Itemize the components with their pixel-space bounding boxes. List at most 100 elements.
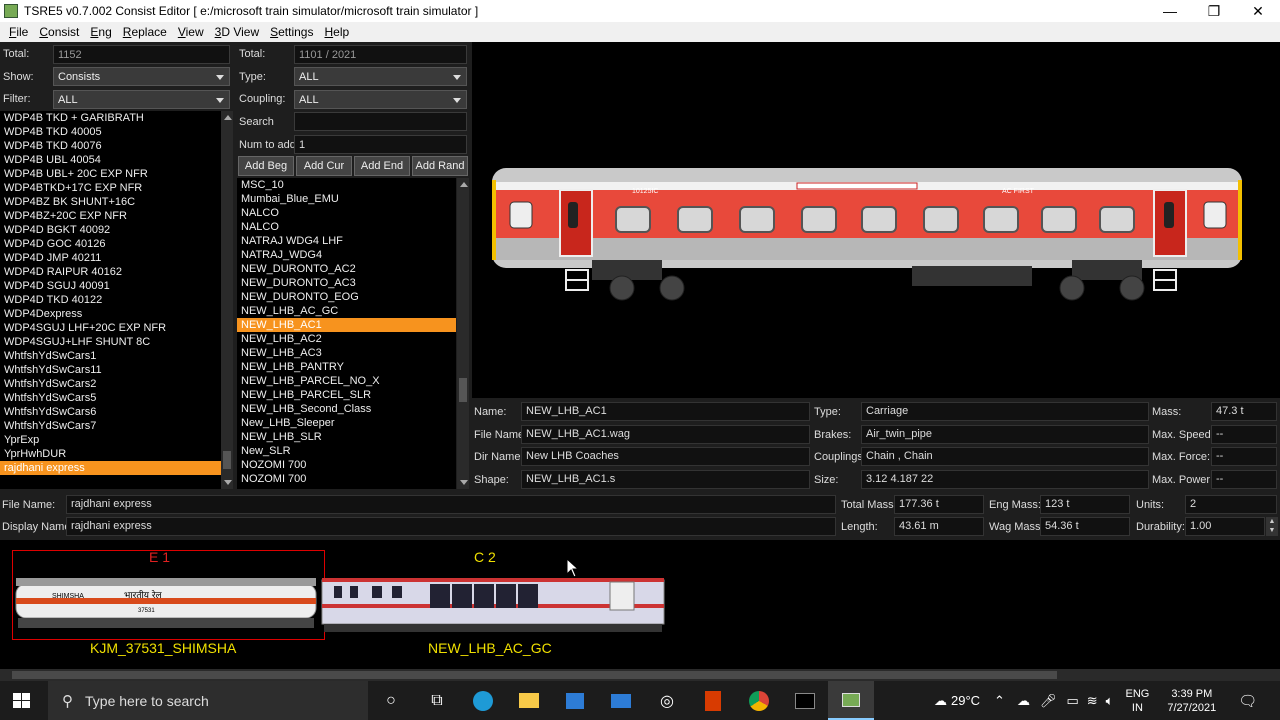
consist-list-item[interactable]: rajdhani express (0, 461, 221, 475)
menu-help[interactable]: Help (324, 25, 349, 39)
menu-settings[interactable]: Settings (270, 25, 313, 39)
consist-list-item[interactable]: WDP4B UBL 40054 (0, 153, 221, 167)
object-list-item[interactable]: New_LHB_Sleeper (237, 416, 456, 430)
language-indicator[interactable]: ENG IN (1125, 687, 1149, 715)
battery-icon[interactable]: ▭ (1066, 693, 1078, 709)
consist-list-item[interactable]: WDP4BZ BK SHUNT+16C (0, 195, 221, 209)
chevron-up-icon[interactable]: ⌃ (994, 693, 1005, 709)
consist-list-item[interactable]: WhtfshYdSwCars7 (0, 419, 221, 433)
consist-scrollbar[interactable] (0, 669, 1280, 681)
chrome-icon[interactable] (736, 681, 782, 720)
consist-list-item[interactable]: WDP4D JMP 40211 (0, 251, 221, 265)
object-list-item[interactable]: NEW_LHB_SLR (237, 430, 456, 444)
consist-viewer[interactable]: E 1 C 2 SHIMSHA भारतीय रेल 37531 KJM_375… (0, 540, 1280, 670)
3d-preview[interactable]: 10125IC AC FIRST (472, 42, 1280, 398)
consist-list-item[interactable]: WDP4D SGUJ 40091 (0, 279, 221, 293)
consist-list-item[interactable]: WDP4D BGKT 40092 (0, 223, 221, 237)
object-list-item[interactable]: NATRAJ WDG4 LHF (237, 234, 456, 248)
scroll-thumb[interactable] (459, 378, 467, 402)
object-list-item[interactable]: NEW_DURONTO_AC2 (237, 262, 456, 276)
consist-list-item[interactable]: WDP4B TKD 40076 (0, 139, 221, 153)
consist-file-input[interactable]: rajdhani express (66, 495, 836, 514)
mail-icon[interactable] (598, 681, 644, 720)
object-list-item[interactable]: NEW_LHB_PANTRY (237, 360, 456, 374)
search-input[interactable] (294, 112, 467, 131)
add-cur-button[interactable]: Add Cur (296, 156, 352, 176)
microphone-icon[interactable]: 🎤︎ (1040, 693, 1057, 709)
consist-list-item[interactable]: WDP4Dexpress (0, 307, 221, 321)
menu-view[interactable]: View (178, 25, 204, 39)
scroll-thumb[interactable] (223, 451, 231, 469)
coupling-select[interactable]: ALL (294, 90, 467, 109)
consist-list-item[interactable]: WDP4SGUJ+LHF SHUNT 8C (0, 335, 221, 349)
object-list-item[interactable]: MSC_10 (237, 178, 456, 192)
consist-list-item[interactable]: WDP4B TKD + GARIBRATH (0, 111, 221, 125)
menu-consist[interactable]: Consist (39, 25, 79, 39)
maximize-button[interactable]: ❐ (1192, 3, 1236, 20)
object-list-item[interactable]: NEW_LHB_Second_Class (237, 402, 456, 416)
scroll-up-icon[interactable] (460, 182, 468, 187)
object-list-item[interactable]: NATRAJ_WDG4 (237, 248, 456, 262)
consist-list-item[interactable]: WDP4D TKD 40122 (0, 293, 221, 307)
scroll-up-icon[interactable] (224, 115, 232, 120)
scroll-down-icon[interactable] (460, 480, 468, 485)
store-icon[interactable] (552, 681, 598, 720)
object-list-item[interactable]: NEW_LHB_AC_GC (237, 304, 456, 318)
consist-list-item[interactable]: WhtfshYdSwCars1 (0, 349, 221, 363)
object-list-item[interactable]: NOZOMI 700 (237, 458, 456, 472)
durability-input[interactable]: 1.00 (1185, 517, 1265, 536)
windows-start-icon[interactable] (13, 693, 31, 709)
menu-eng[interactable]: Eng (90, 25, 111, 39)
office-icon[interactable] (690, 681, 736, 720)
close-button[interactable]: ✕ (1236, 3, 1280, 20)
cortana-icon[interactable]: ○ (368, 681, 414, 720)
consist-list-item[interactable]: WhtfshYdSwCars6 (0, 405, 221, 419)
camera-app-icon[interactable]: ◎ (644, 681, 690, 720)
consist-list-item[interactable]: WDP4SGUJ LHF+20C EXP NFR (0, 321, 221, 335)
consist-list-item[interactable]: WhtfshYdSwCars5 (0, 391, 221, 405)
scroll-down-icon[interactable] (224, 480, 232, 485)
tsre-app-icon[interactable] (828, 681, 874, 720)
task-view-icon[interactable]: ⧉ (414, 681, 460, 720)
menu-replace[interactable]: Replace (123, 25, 167, 39)
consist-list-item[interactable]: WDP4D RAIPUR 40162 (0, 265, 221, 279)
object-list-item[interactable]: NEW_DURONTO_EOG (237, 290, 456, 304)
object-list[interactable]: MSC_10 Mumbai_Blue_EMU NALCO NALCO NATRAJ WD… (237, 178, 456, 489)
taskbar-search-box[interactable]: ⚲ Type here to search (48, 681, 368, 720)
consist-list-item[interactable]: YprHwhDUR (0, 447, 221, 461)
file-explorer-icon[interactable] (506, 681, 552, 720)
weather-icon[interactable]: ☁ (934, 693, 947, 709)
num-to-add-input[interactable]: 1 (294, 135, 467, 154)
add-beg-button[interactable]: Add Beg (238, 156, 294, 176)
object-list-item[interactable]: New_SLR (237, 444, 456, 458)
scroll-thumb[interactable] (12, 671, 1057, 679)
consist-list-scrollbar[interactable] (221, 111, 233, 489)
consist-list[interactable]: WDP4B TKD + GARIBRATH WDP4B TKD 40005 WDP4… (0, 111, 221, 489)
object-list-item[interactable]: NEW_LHB_AC1 (237, 318, 456, 332)
consist-list-item[interactable]: WhtfshYdSwCars2 (0, 377, 221, 391)
menu-3d-view[interactable]: 3D View (215, 25, 259, 39)
object-list-item[interactable]: NOZOMI 700 (237, 472, 456, 486)
consist-list-item[interactable]: WDP4BZ+20C EXP NFR (0, 209, 221, 223)
type-select[interactable]: ALL (294, 67, 467, 86)
consist-list-item[interactable]: WDP4D GOC 40126 (0, 237, 221, 251)
object-list-item[interactable]: Mumbai_Blue_EMU (237, 192, 456, 206)
object-list-item[interactable]: NALCO (237, 220, 456, 234)
object-list-item[interactable]: NALCO (237, 206, 456, 220)
minimize-button[interactable]: — (1148, 3, 1192, 20)
volume-icon[interactable]: 🔈︎ (1106, 693, 1114, 709)
consist-list-item[interactable]: WDP4B TKD 40005 (0, 125, 221, 139)
show-select[interactable]: Consists (53, 67, 230, 86)
weather-temp[interactable]: 29°C (951, 693, 980, 708)
wifi-icon[interactable]: ≋ (1087, 693, 1098, 709)
object-list-item[interactable]: NEW_LHB_PARCEL_SLR (237, 388, 456, 402)
add-end-button[interactable]: Add End (354, 156, 410, 176)
onedrive-icon[interactable]: ☁ (1017, 693, 1030, 709)
object-list-item[interactable]: NEW_LHB_AC3 (237, 346, 456, 360)
consist-display-input[interactable]: rajdhani express (66, 517, 836, 536)
object-list-item[interactable]: NEW_LHB_AC2 (237, 332, 456, 346)
clock[interactable]: 3:39 PM 7/27/2021 (1167, 687, 1216, 715)
notification-icon[interactable]: 🗨︎ (1238, 692, 1257, 710)
consist-list-item[interactable]: WDP4B UBL+ 20C EXP NFR (0, 167, 221, 181)
consist-list-item[interactable]: WhtfshYdSwCars11 (0, 363, 221, 377)
